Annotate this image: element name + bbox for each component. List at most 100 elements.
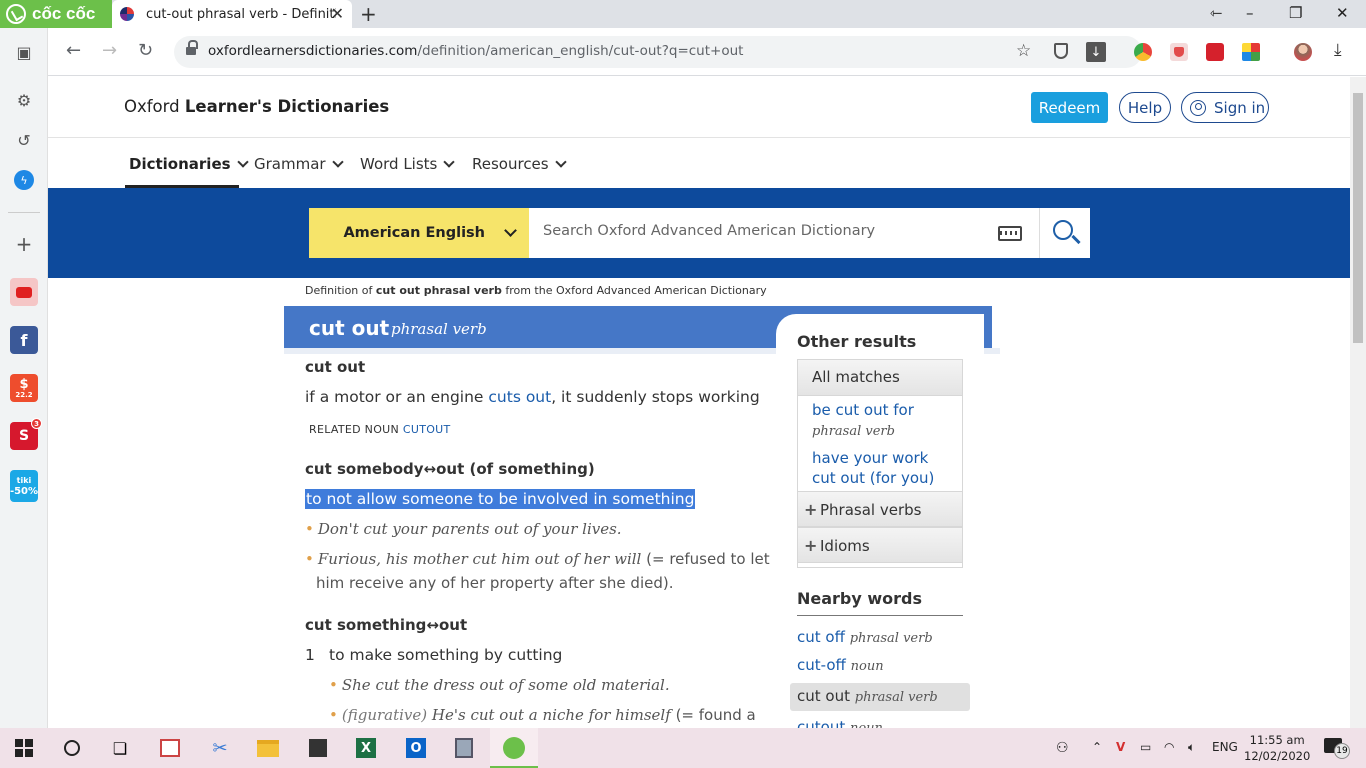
profile-avatar[interactable]: [1294, 43, 1312, 61]
nearby-word-cut-off-noun[interactable]: cut-off noun: [797, 656, 884, 674]
tiki-icon[interactable]: tiki -50%: [10, 470, 38, 502]
related-noun: RELATED NOUN CUTOUT: [309, 423, 451, 436]
sense-definition: to make something by cutting: [329, 646, 563, 664]
nearby-word-cut-out[interactable]: cut out phrasal verb: [797, 687, 938, 705]
sense-heading-cut-something-out: cut something↔out: [305, 616, 468, 634]
outlook-icon[interactable]: O: [404, 736, 428, 760]
menu-grammar[interactable]: Grammar: [254, 155, 344, 173]
tab-title: cut-out phrasal verb - Definition: [146, 6, 336, 22]
cuts-out-link[interactable]: cuts out: [488, 388, 551, 406]
add-shortcut-icon[interactable]: +: [10, 230, 38, 258]
shopee-icon[interactable]: $ 22.2: [10, 374, 38, 402]
search-button[interactable]: [1039, 208, 1090, 258]
dictionary-select[interactable]: American English: [309, 208, 529, 258]
shield-icon[interactable]: [1054, 43, 1068, 59]
idioms-accordion[interactable]: + Idioms: [797, 527, 963, 563]
battery-icon[interactable]: ▭: [1140, 740, 1151, 754]
active-tab[interactable]: cut-out phrasal verb - Definition ✕: [112, 0, 352, 28]
search-box: [529, 208, 1039, 258]
reload-icon[interactable]: ↻: [138, 40, 153, 61]
address-bar[interactable]: oxfordlearnersdictionaries.com/definitio…: [174, 36, 1142, 68]
all-matches-header[interactable]: All matches: [798, 360, 962, 396]
facebook-icon[interactable]: f: [10, 326, 38, 354]
keyboard-icon[interactable]: [998, 226, 1022, 241]
sense-definition: if a motor or an engine cuts out, it sud…: [305, 388, 760, 406]
language-indicator[interactable]: ENG: [1212, 740, 1238, 754]
file-explorer-icon[interactable]: [256, 736, 280, 760]
match-be-cut-out-for[interactable]: be cut out for phrasal verb: [812, 400, 914, 442]
chevron-down-icon: [236, 156, 249, 168]
download-arrow-icon[interactable]: ↓: [1086, 42, 1106, 62]
downloads-icon[interactable]: ⤓: [1334, 40, 1342, 60]
tool-app-icon[interactable]: ✂: [208, 736, 232, 760]
search-banner: American English: [48, 188, 1350, 278]
redeem-button[interactable]: Redeem: [1031, 92, 1108, 123]
example-sentence-continued: him receive any of her property after sh…: [316, 574, 674, 592]
tray-expand-icon[interactable]: ⌃: [1092, 740, 1102, 754]
coccoc-logo-text: cốc cốc: [32, 4, 96, 23]
sign-in-button[interactable]: Sign in: [1181, 92, 1269, 123]
coccoc-logo-icon: [6, 4, 26, 24]
adblock-extension-icon[interactable]: [1170, 43, 1188, 61]
messenger-icon[interactable]: ϟ: [10, 166, 38, 194]
forward-arrow-icon[interactable]: →: [102, 40, 117, 61]
bookmark-star-icon[interactable]: ☆: [1016, 41, 1031, 61]
utility-app-icon[interactable]: [452, 736, 476, 760]
url-text[interactable]: oxfordlearnersdictionaries.com/definitio…: [208, 43, 743, 59]
excel-icon[interactable]: X: [354, 736, 378, 760]
other-results-title: Other results: [797, 332, 917, 351]
volume-icon[interactable]: 🔈︎: [1188, 740, 1195, 755]
tab-search-icon[interactable]: ⇽: [1210, 4, 1223, 22]
vietkey-icon[interactable]: V: [1116, 740, 1125, 754]
scrollbar-thumb[interactable]: [1353, 93, 1363, 343]
red-extension-icon[interactable]: [1206, 43, 1224, 61]
menu-word-lists[interactable]: Word Lists: [360, 155, 456, 173]
wifi-icon[interactable]: ◠: [1164, 740, 1174, 754]
chevron-down-icon: [331, 156, 344, 168]
nearby-word-cut-off[interactable]: cut off phrasal verb: [797, 628, 933, 646]
restore-button[interactable]: ❐: [1289, 4, 1302, 22]
color-extension-icon[interactable]: [1242, 43, 1260, 61]
user-icon: [1190, 99, 1206, 116]
sense-heading-cut-out: cut out: [305, 358, 366, 376]
new-tab-button[interactable]: +: [360, 2, 377, 26]
sense-heading-cut-somebody-out: cut somebody↔out (of something): [305, 460, 595, 478]
tab-close-icon[interactable]: ✕: [331, 4, 344, 23]
lock-icon[interactable]: [186, 40, 198, 57]
settings-gear-icon[interactable]: ⚙: [10, 86, 38, 114]
chrome-extension-icon[interactable]: [1134, 43, 1152, 61]
app-grid-icon[interactable]: [158, 736, 182, 760]
nearby-words-title: Nearby words: [797, 589, 923, 608]
phrasal-verbs-accordion[interactable]: + Phrasal verbs: [797, 491, 963, 527]
page-scrollbar[interactable]: [1350, 77, 1366, 728]
menu-dictionaries[interactable]: Dictionaries: [129, 155, 249, 173]
coccoc-logo[interactable]: cốc cốc: [0, 0, 112, 28]
coccoc-taskbar-icon[interactable]: [502, 736, 526, 760]
nearby-word-cutout[interactable]: cutout noun: [797, 718, 883, 728]
task-view-icon[interactable]: ❏: [108, 736, 132, 760]
search-input[interactable]: [543, 223, 973, 239]
plus-icon: +: [804, 500, 818, 519]
match-have-your-work-cut-out[interactable]: have your work cut out (for you): [812, 448, 934, 488]
cutout-link[interactable]: CUTOUT: [403, 423, 451, 436]
back-arrow-icon[interactable]: ←: [66, 40, 81, 61]
site-brand-logo[interactable]: Oxford Learner's Dictionaries: [124, 97, 389, 116]
windows-start-icon[interactable]: [12, 736, 36, 760]
sendo-icon[interactable]: S 3: [10, 418, 42, 450]
close-window-button[interactable]: ✕: [1336, 4, 1349, 22]
menu-resources[interactable]: Resources: [472, 155, 567, 173]
sticky-notes-icon[interactable]: [306, 736, 330, 760]
sidebar-toggle-icon[interactable]: ▣: [10, 38, 38, 66]
notifications-icon[interactable]: 19: [1324, 738, 1350, 759]
notification-count: 19: [1334, 743, 1350, 759]
help-button[interactable]: Help: [1119, 92, 1171, 123]
youtube-icon[interactable]: [10, 278, 38, 306]
history-icon[interactable]: ↺: [10, 126, 38, 154]
people-icon[interactable]: ⚇: [1056, 740, 1069, 756]
search-circle-icon[interactable]: [60, 736, 84, 760]
sense-number: 1: [305, 646, 315, 664]
example-sentence: • Furious, his mother cut him out of her …: [305, 550, 770, 568]
system-clock[interactable]: 11:55 am 12/02/2020: [1244, 732, 1310, 764]
headword: cut out: [309, 316, 390, 340]
minimize-button[interactable]: –: [1246, 4, 1254, 22]
